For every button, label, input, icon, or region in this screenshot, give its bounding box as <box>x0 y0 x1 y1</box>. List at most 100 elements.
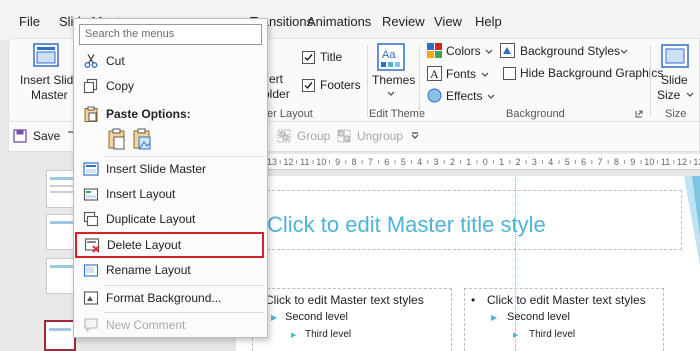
thumbnail-title-bar <box>50 177 74 180</box>
ruler-number: 3 <box>433 157 438 167</box>
footers-checkbox[interactable]: Footers <box>302 78 367 94</box>
title-checkbox[interactable]: Title <box>302 50 362 66</box>
group-divider <box>650 45 651 117</box>
right-text: Click to edit Master text styles <box>487 293 646 307</box>
title-checkbox-label: Title <box>320 50 343 64</box>
effects-button[interactable]: Effects <box>427 87 497 105</box>
group-divider <box>367 45 368 117</box>
ruler-number: 8 <box>614 157 619 167</box>
paste-picture-icon[interactable] <box>132 128 152 150</box>
tab-file[interactable]: File <box>19 14 40 29</box>
tab-animations[interactable]: Animations <box>307 14 371 29</box>
save-button[interactable]: Save <box>13 128 61 146</box>
ruler-number: 5 <box>401 157 406 167</box>
ruler-number: 10 <box>316 157 326 167</box>
menu-item-insert-slide-master[interactable]: Insert Slide Master <box>74 157 267 181</box>
menu-item-duplicate-layout[interactable]: Duplicate Layout <box>74 207 267 231</box>
menu-search-box[interactable]: Search the menus <box>79 24 262 45</box>
insert-slide-master-label-2: Master <box>31 88 68 102</box>
ruler-number: 4 <box>548 157 553 167</box>
bullet-icon: • <box>471 293 476 307</box>
arrow-bullet-icon: ▶ <box>271 313 278 322</box>
paste-keep-formatting-icon[interactable] <box>107 128 127 150</box>
menu-item-rename-layout-label: Rename Layout <box>106 263 191 277</box>
slide-size-label-1: Slide <box>661 73 688 87</box>
right-content-placeholder[interactable]: • Click to edit Master text styles ▶ Sec… <box>464 288 664 351</box>
menu-item-insert-slide-master-label: Insert Slide Master <box>106 162 207 176</box>
left-content-placeholder[interactable]: • Click to edit Master text styles ▶ Sec… <box>252 288 452 351</box>
dialog-launcher-icon[interactable] <box>635 110 643 118</box>
ruler-number: 13 <box>268 157 277 167</box>
right-third-level: Third level <box>529 329 576 340</box>
slide-thumbnail[interactable] <box>46 258 76 294</box>
ruler-number: 1 <box>499 157 504 167</box>
colors-icon <box>427 43 442 58</box>
background-group-label: Background <box>506 108 565 120</box>
menu-item-format-background[interactable]: Format Background... <box>74 286 267 310</box>
master-layout-group-label: er Layout <box>267 108 313 120</box>
ruler-number: 3 <box>532 157 537 167</box>
tab-help[interactable]: Help <box>475 14 502 29</box>
colors-button[interactable]: Colors <box>427 42 497 60</box>
ruler-number: 10 <box>644 157 654 167</box>
menu-item-insert-layout[interactable]: Insert Layout <box>74 182 267 206</box>
svg-text:Aa: Aa <box>382 49 396 61</box>
menu-item-copy[interactable]: Copy <box>74 74 267 98</box>
insert-slide-master-button[interactable]: Insert Slide Master <box>11 41 81 103</box>
arrow-bullet-icon: ▶ <box>491 313 498 322</box>
checkbox-checked-icon <box>302 79 315 92</box>
edit-theme-group-label: Edit Theme <box>369 108 426 120</box>
menu-search-placeholder: Search the menus <box>85 28 175 40</box>
themes-button[interactable]: Aa Themes <box>369 41 415 103</box>
left-second-level: Second level <box>285 311 348 323</box>
arrow-bullet-icon: ▶ <box>291 332 297 339</box>
menu-item-delete-layout[interactable]: Delete Layout <box>75 232 264 258</box>
slide-size-icon <box>661 44 689 68</box>
chevron-down-icon <box>387 91 395 96</box>
hide-background-graphics-label: Hide Background Graphics <box>520 66 664 80</box>
menu-item-cut-label: Cut <box>106 54 125 68</box>
chevron-down-icon <box>487 94 495 99</box>
thumbnail-title-bar <box>49 328 71 331</box>
duplicate-layout-icon <box>83 211 99 227</box>
fonts-button[interactable]: A Fonts <box>427 65 497 83</box>
context-menu: Search the menus Cut Copy Paste Options: <box>73 18 268 338</box>
slide-thumbnail-selected[interactable] <box>44 320 76 351</box>
slide-thumbnail[interactable] <box>46 214 76 250</box>
ruler-number: 0 <box>483 157 488 167</box>
menu-item-new-comment: New Comment <box>74 313 267 337</box>
menu-item-cut[interactable]: Cut <box>74 49 267 73</box>
background-styles-label: Background Styles <box>520 44 621 58</box>
insert-placeholder-label-1[interactable]: ert <box>269 72 283 86</box>
format-background-icon <box>83 291 99 305</box>
title-placeholder[interactable]: Click to edit Master title style <box>252 190 682 250</box>
ruler-number: 6 <box>384 157 389 167</box>
left-third-level: Third level <box>305 329 352 340</box>
tab-view[interactable]: View <box>434 14 462 29</box>
ruler-number: 11 <box>300 157 309 167</box>
menu-item-rename-layout[interactable]: Rename Layout <box>74 258 267 282</box>
paste-options-label: Paste Options: <box>106 107 191 121</box>
background-styles-icon <box>500 43 515 58</box>
insert-layout-icon <box>83 188 99 201</box>
slide-size-button[interactable]: Slide Size <box>653 41 699 103</box>
slide: Click to edit Master title style • Click… <box>236 176 700 351</box>
tab-review[interactable]: Review <box>382 14 425 29</box>
customize-toolbar-icon[interactable] <box>411 132 419 140</box>
ruler-number: 12 <box>283 157 293 167</box>
ruler-ticks: 13121110987654321012345678910111213 <box>268 157 700 167</box>
slide-size-label-2: Size <box>657 88 681 102</box>
slide-thumbnail[interactable] <box>46 170 76 208</box>
menu-item-copy-label: Copy <box>106 79 135 93</box>
group-icon <box>277 129 291 143</box>
size-group-label: Size <box>665 108 687 120</box>
copy-icon <box>83 78 98 94</box>
menu-item-new-comment-label: New Comment <box>106 318 186 332</box>
thumbnail-title-bar <box>50 221 74 224</box>
paste-options-header: Paste Options: <box>74 102 267 126</box>
hide-background-graphics-checkbox[interactable]: Hide Background Graphics <box>503 66 663 82</box>
background-styles-button[interactable]: Background Styles <box>500 42 630 60</box>
checkbox-checked-icon <box>302 51 315 64</box>
ruler-number: 8 <box>351 157 356 167</box>
group-label: Group <box>297 129 331 143</box>
